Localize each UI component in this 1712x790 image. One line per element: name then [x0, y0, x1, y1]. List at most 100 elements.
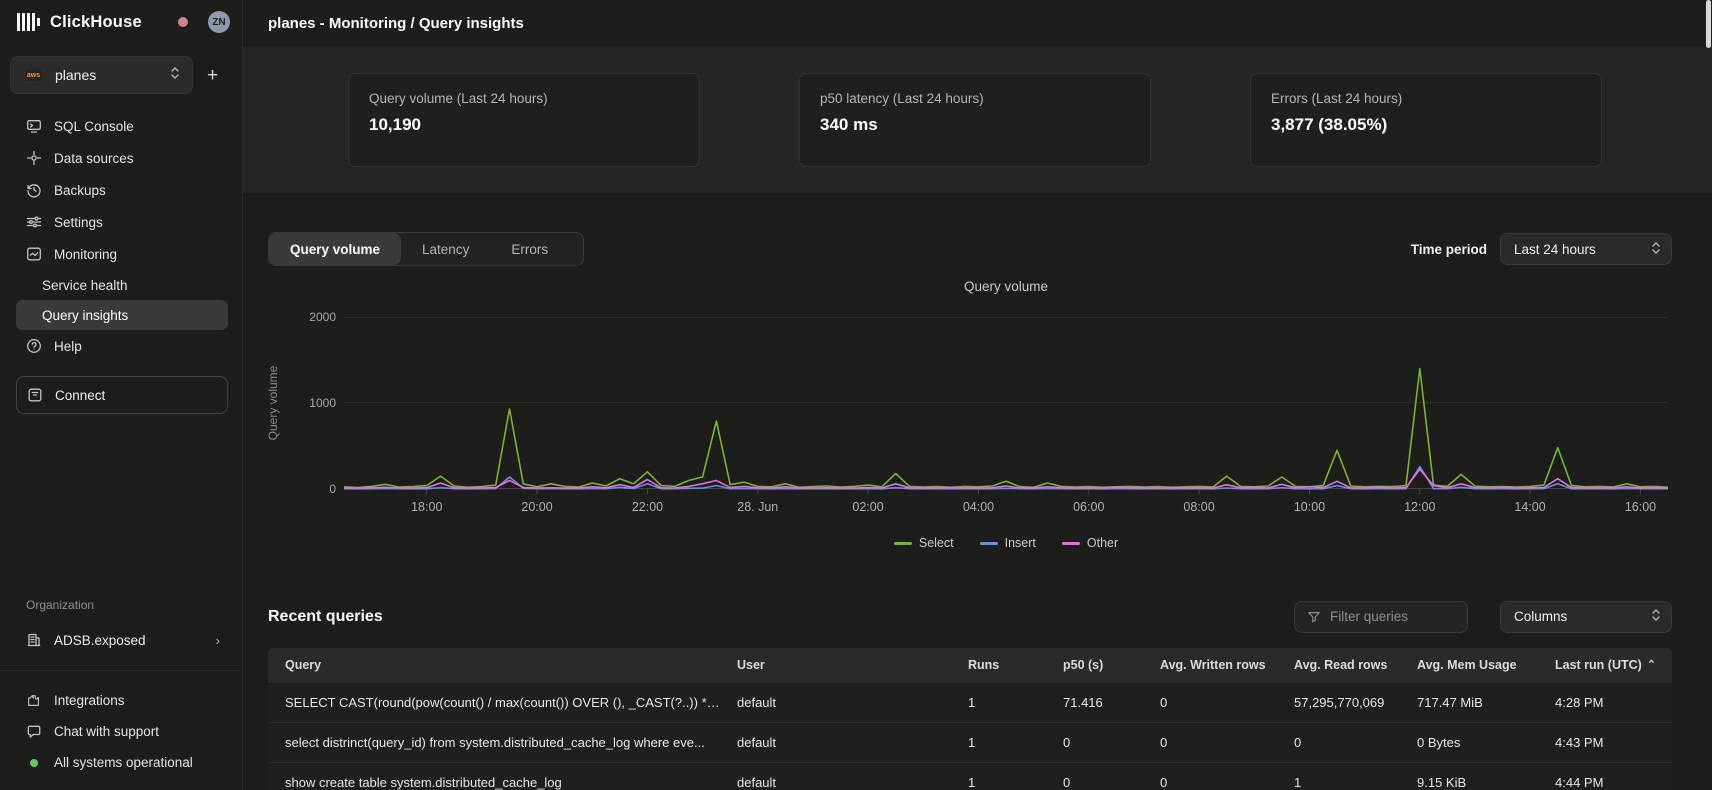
- sidebar-item-integrations[interactable]: Integrations: [16, 685, 228, 716]
- x-tick-label: 20:00: [521, 500, 552, 514]
- sidebar-item-label: SQL Console: [54, 119, 134, 134]
- y-tick-label: 1000: [309, 396, 336, 410]
- sidebar-item-settings[interactable]: Settings: [16, 206, 228, 238]
- backups-icon: [26, 182, 42, 198]
- sidebar-item-help[interactable]: Help: [16, 330, 228, 362]
- time-period-label: Time period: [1411, 242, 1487, 257]
- sidebar: ClickHouse ZN aws planes + SQL Console: [0, 0, 243, 790]
- sidebar-bottom: Organization ADSB.exposed › Integrations…: [0, 598, 242, 790]
- sidebar-menu: SQL Console Data sources Backups Setting…: [0, 110, 242, 362]
- col-header-runs[interactable]: Runs: [951, 658, 1046, 672]
- stat-value: 3,877 (38.05%): [1271, 115, 1581, 135]
- table-header-row: Query User Runs p50 (s) Avg. Written row…: [268, 648, 1672, 682]
- stat-card-p50-latency: p50 latency (Last 24 hours) 340 ms: [799, 73, 1151, 167]
- x-axis-ticks: 18:0020:0022:0028. Jun02:0004:0006:0008:…: [344, 500, 1668, 516]
- table-row[interactable]: show create table system.distributed_cac…: [268, 762, 1672, 790]
- col-header-p50[interactable]: p50 (s): [1046, 658, 1143, 672]
- legend-item-other[interactable]: Other: [1062, 536, 1118, 550]
- sidebar-item-sql-console[interactable]: SQL Console: [16, 110, 228, 142]
- x-tick-label: 04:00: [963, 500, 994, 514]
- legend-swatch-icon: [894, 542, 912, 545]
- cell-p50: 0: [1046, 775, 1143, 790]
- cell-last-run: 4:28 PM: [1538, 695, 1672, 710]
- data-sources-icon: [26, 150, 42, 166]
- x-tick-label: 02:00: [852, 500, 883, 514]
- col-header-read-rows[interactable]: Avg. Read rows: [1277, 658, 1400, 672]
- recent-queries-heading: Recent queries: [268, 608, 383, 626]
- col-header-user[interactable]: User: [720, 658, 951, 672]
- cell-query: select distrinct(query_id) from system.d…: [268, 735, 720, 750]
- chart-title: Query volume: [344, 279, 1668, 294]
- legend-item-insert[interactable]: Insert: [980, 536, 1036, 550]
- topbar: planes - Monitoring / Query insights: [243, 0, 1712, 46]
- time-period-value: Last 24 hours: [1514, 242, 1651, 257]
- x-tick-label: 06:00: [1073, 500, 1104, 514]
- help-icon: [26, 338, 42, 354]
- columns-select[interactable]: Columns: [1500, 601, 1672, 633]
- x-tick-label: 14:00: [1514, 500, 1545, 514]
- chart-controls: Query volume Latency Errors Time period …: [268, 232, 1672, 266]
- sidebar-item-label: Query insights: [42, 308, 128, 323]
- y-tick-label: 0: [329, 482, 336, 496]
- tab-errors[interactable]: Errors: [490, 233, 569, 265]
- avatar[interactable]: ZN: [208, 11, 230, 33]
- legend-swatch-icon: [980, 542, 998, 545]
- table-row[interactable]: select distrinct(query_id) from system.d…: [268, 722, 1672, 762]
- filter-queries-input[interactable]: [1330, 609, 1450, 624]
- sidebar-item-label: Integrations: [54, 693, 125, 708]
- sidebar-footer: Integrations Chat with support All syste…: [0, 670, 242, 790]
- organization-row[interactable]: ADSB.exposed ›: [16, 624, 228, 656]
- cell-read: 1: [1277, 775, 1400, 790]
- main-content: planes - Monitoring / Query insights Que…: [243, 0, 1712, 790]
- connect-icon: [27, 387, 43, 403]
- time-period-select[interactable]: Last 24 hours: [1500, 233, 1672, 265]
- tab-query-volume[interactable]: Query volume: [269, 233, 401, 265]
- sidebar-item-label: All systems operational: [54, 755, 193, 770]
- cell-written: 0: [1143, 735, 1277, 750]
- cell-query: show create table system.distributed_cac…: [268, 775, 720, 790]
- query-volume-chart: Query volume Query volume 010002000 18:0…: [243, 266, 1712, 580]
- sidebar-item-label: Chat with support: [54, 724, 159, 739]
- table-row[interactable]: SELECT CAST(round(pow(count() / max(coun…: [268, 682, 1672, 722]
- queries-table: Query User Runs p50 (s) Avg. Written row…: [268, 648, 1672, 790]
- legend-label: Select: [919, 536, 954, 550]
- filter-queries-box[interactable]: [1294, 601, 1468, 633]
- cell-user: default: [720, 695, 951, 710]
- stat-value: 340 ms: [820, 115, 1130, 135]
- x-tick-label: 16:00: [1625, 500, 1656, 514]
- col-header-mem-usage[interactable]: Avg. Mem Usage: [1400, 658, 1538, 672]
- tab-latency[interactable]: Latency: [401, 233, 490, 265]
- col-header-last-run[interactable]: Last run (UTC)⌃: [1538, 658, 1672, 672]
- sidebar-item-label: Help: [54, 339, 82, 354]
- series-line-select: [344, 369, 1668, 488]
- sidebar-item-service-health[interactable]: Service health: [16, 270, 228, 300]
- sort-asc-icon: ⌃: [1647, 658, 1656, 671]
- col-header-written-rows[interactable]: Avg. Written rows: [1143, 658, 1277, 672]
- cell-read: 0: [1277, 735, 1400, 750]
- legend-label: Insert: [1005, 536, 1036, 550]
- sidebar-item-monitoring[interactable]: Monitoring: [16, 238, 228, 270]
- cell-query: SELECT CAST(round(pow(count() / max(coun…: [268, 695, 720, 710]
- connect-label: Connect: [55, 388, 105, 403]
- chart-plot[interactable]: [344, 317, 1668, 495]
- add-service-button[interactable]: +: [193, 66, 232, 85]
- sidebar-item-system-status[interactable]: All systems operational: [16, 747, 228, 778]
- service-name: planes: [55, 67, 170, 83]
- col-header-query[interactable]: Query: [268, 658, 720, 672]
- aws-icon: aws: [25, 69, 42, 81]
- sidebar-item-backups[interactable]: Backups: [16, 174, 228, 206]
- service-selector[interactable]: aws planes: [10, 56, 193, 94]
- connect-button[interactable]: Connect: [16, 376, 228, 414]
- legend-item-select[interactable]: Select: [894, 536, 954, 550]
- brand-name: ClickHouse: [50, 13, 142, 32]
- service-selector-row: aws planes +: [10, 56, 232, 94]
- integrations-icon: [26, 693, 42, 709]
- x-tick-label: 08:00: [1183, 500, 1214, 514]
- sidebar-item-chat-support[interactable]: Chat with support: [16, 716, 228, 747]
- scrollbar[interactable]: [1706, 0, 1711, 48]
- sidebar-item-data-sources[interactable]: Data sources: [16, 142, 228, 174]
- chevron-updown-icon: [170, 66, 180, 85]
- monitoring-icon: [26, 246, 42, 262]
- sidebar-item-query-insights[interactable]: Query insights: [16, 300, 228, 330]
- breadcrumb: planes - Monitoring / Query insights: [268, 15, 524, 32]
